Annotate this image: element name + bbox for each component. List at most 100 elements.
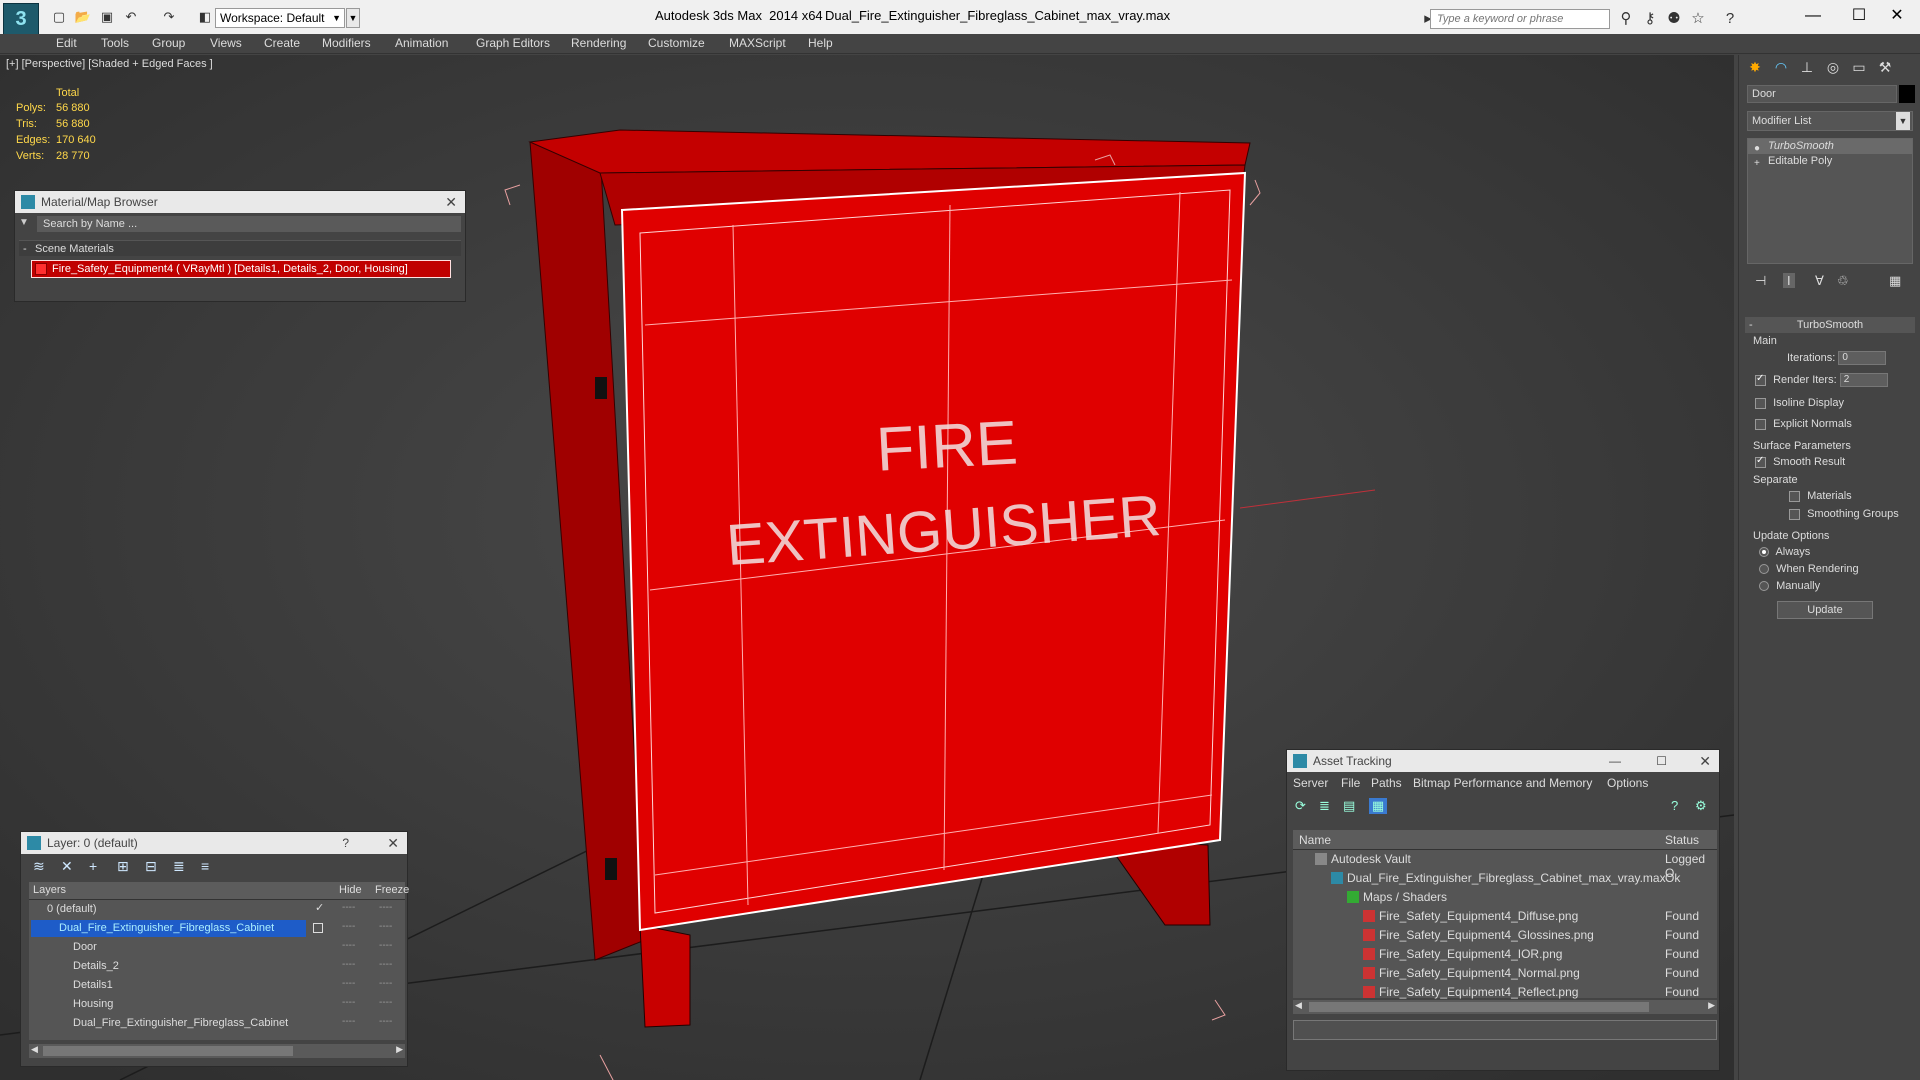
material-item[interactable]: Fire_Safety_Equipment4 ( VRayMtl ) [Deta… [31, 260, 451, 278]
app-logo-icon[interactable]: 3 [3, 3, 39, 35]
expand-icon[interactable]: + [1754, 156, 1760, 171]
save-icon[interactable]: ▣ [98, 8, 116, 26]
modifier-list-dropdown[interactable]: Modifier List ▼ [1747, 111, 1913, 131]
layer-row[interactable]: 0 (default) ✓ ---- ---- [29, 900, 405, 919]
column-hide[interactable]: Hide [339, 884, 362, 896]
display-tab-icon[interactable]: ▭ [1847, 59, 1871, 79]
highlight-layer-icon[interactable]: ⊟ [145, 858, 157, 875]
scrollbar-thumb[interactable] [1309, 1002, 1649, 1012]
users-icon[interactable]: ⚉ [1664, 9, 1684, 29]
freeze-all-icon[interactable]: ≡ [201, 858, 209, 874]
menu-views[interactable]: Views [210, 36, 242, 50]
hide-toggle[interactable]: ---- [342, 997, 355, 1008]
menu-customize[interactable]: Customize [648, 36, 705, 50]
motion-tab-icon[interactable]: ◎ [1821, 59, 1845, 79]
iterations-spinner[interactable]: 0 [1838, 351, 1887, 365]
freeze-toggle[interactable]: ---- [379, 997, 392, 1008]
asset-tracking-titlebar[interactable]: Asset Tracking — ☐ ✕ [1287, 750, 1719, 772]
undo-icon[interactable]: ↶ [122, 8, 140, 26]
scroll-left-icon[interactable]: ◀ [31, 1044, 38, 1055]
menu-create[interactable]: Create [264, 36, 300, 50]
hide-toggle[interactable]: ---- [342, 1016, 355, 1027]
open-file-icon[interactable]: 📂 [74, 8, 92, 26]
menu-edit[interactable]: Edit [56, 36, 77, 50]
column-freeze[interactable]: Freeze [375, 884, 409, 896]
menu-group[interactable]: Group [152, 36, 185, 50]
menu-file[interactable]: File [1341, 776, 1360, 790]
render-iters-spinner[interactable]: 2 [1839, 373, 1888, 387]
make-unique-icon[interactable]: ∀ [1815, 273, 1824, 289]
refresh-icon[interactable]: ⟳ [1295, 798, 1306, 814]
menu-tools[interactable]: Tools [101, 36, 129, 50]
menu-help[interactable]: Help [808, 36, 833, 50]
menu-graph-editors[interactable]: Graph Editors [476, 36, 550, 50]
close-icon[interactable]: ✕ [445, 191, 457, 213]
column-layers[interactable]: Layers [33, 884, 66, 896]
new-file-icon[interactable]: ▢ [50, 8, 68, 26]
maximize-icon[interactable]: ☐ [1656, 750, 1667, 772]
smoothing-groups-checkbox[interactable] [1789, 508, 1800, 520]
object-name-field[interactable]: Door [1747, 85, 1897, 103]
asset-row[interactable]: Autodesk Vault Logged O [1293, 850, 1717, 880]
select-objects-icon[interactable]: ⊞ [117, 858, 129, 875]
layer-manager-titlebar[interactable]: Layer: 0 (default) ? ✕ [21, 832, 407, 854]
settings-icon[interactable]: ⚙ [1695, 798, 1707, 814]
help-icon[interactable]: ? [1671, 798, 1678, 813]
freeze-toggle[interactable]: ---- [379, 1016, 392, 1027]
asset-row[interactable]: Dual_Fire_Extinguisher_Fibreglass_Cabine… [1293, 869, 1717, 888]
smooth-result-checkbox[interactable] [1755, 455, 1766, 468]
material-search-input[interactable]: Search by Name ... [37, 216, 461, 232]
star-icon[interactable]: ☆ [1688, 9, 1708, 29]
layer-row[interactable]: Housing ---- ---- [29, 995, 405, 1014]
show-end-result-icon[interactable]: I [1783, 273, 1795, 288]
rollout-header[interactable]: - TurboSmooth [1745, 317, 1915, 333]
project-folder-icon[interactable]: ◧ [196, 8, 214, 26]
layers-horizontal-scrollbar[interactable]: ◀ ▶ [29, 1044, 405, 1058]
freeze-toggle[interactable]: ---- [379, 902, 392, 913]
hide-toggle[interactable]: ---- [342, 902, 355, 913]
create-layer-icon[interactable]: ≋ [33, 858, 45, 875]
configure-sets-icon[interactable]: ▦ [1889, 273, 1901, 289]
freeze-toggle[interactable]: ---- [379, 921, 392, 932]
freeze-toggle[interactable]: ---- [379, 978, 392, 989]
asset-row[interactable]: Fire_Safety_Equipment4_Diffuse.png Found [1293, 907, 1717, 926]
close-icon[interactable]: ✕ [387, 832, 399, 854]
update-button[interactable]: Update [1777, 601, 1873, 619]
scroll-right-icon[interactable]: ▶ [396, 1044, 403, 1055]
render-iters-checkbox[interactable] [1755, 373, 1766, 386]
scroll-left-icon[interactable]: ◀ [1295, 1000, 1302, 1011]
freeze-toggle[interactable]: ---- [379, 940, 392, 951]
object-color-swatch[interactable] [1899, 85, 1915, 103]
set-active-box-icon[interactable] [313, 923, 323, 933]
layer-row[interactable]: Dual_Fire_Extinguisher_Fibreglass_Cabine… [29, 1014, 405, 1033]
keyword-search-input[interactable] [1430, 9, 1610, 29]
key-icon[interactable]: ⚷ [1640, 9, 1660, 29]
stack-item-turbosmooth[interactable]: ● TurboSmooth [1748, 139, 1912, 154]
delete-layer-icon[interactable]: ✕ [61, 858, 73, 875]
menu-maxscript[interactable]: MAXScript [729, 36, 786, 50]
layer-row[interactable]: Details1 ---- ---- [29, 976, 405, 995]
column-name[interactable]: Name [1299, 833, 1331, 847]
when-rendering-radio[interactable] [1759, 564, 1769, 575]
modify-tab-icon[interactable]: ◠ [1769, 59, 1793, 79]
layer-row[interactable]: Details_2 ---- ---- [29, 957, 405, 976]
assets-horizontal-scrollbar[interactable]: ◀ ▶ [1293, 1000, 1717, 1014]
pin-stack-icon[interactable]: ⊣ [1755, 273, 1766, 289]
list-view-icon[interactable]: ≣ [1319, 798, 1330, 814]
tree-view-icon[interactable]: ▤ [1343, 798, 1355, 814]
asset-row[interactable]: Fire_Safety_Equipment4_Normal.png Found [1293, 964, 1717, 983]
minimize-icon[interactable]: — [1609, 750, 1621, 772]
always-radio[interactable] [1759, 547, 1769, 558]
hide-toggle[interactable]: ---- [342, 921, 355, 932]
filter-icon[interactable]: ▼ [19, 217, 29, 228]
add-to-layer-icon[interactable]: + [89, 858, 97, 874]
minimize-button[interactable]: — [1790, 2, 1836, 30]
isoline-checkbox[interactable] [1755, 397, 1766, 409]
binoculars-icon[interactable]: ⚲ [1616, 9, 1636, 29]
explicit-normals-checkbox[interactable] [1755, 418, 1766, 430]
menu-server[interactable]: Server [1293, 776, 1328, 790]
close-button[interactable]: ✕ [1874, 2, 1920, 30]
menu-paths[interactable]: Paths [1371, 776, 1402, 790]
freeze-toggle[interactable]: ---- [379, 959, 392, 970]
workspace-dropdown[interactable]: Workspace: Default ▼ [215, 8, 345, 28]
